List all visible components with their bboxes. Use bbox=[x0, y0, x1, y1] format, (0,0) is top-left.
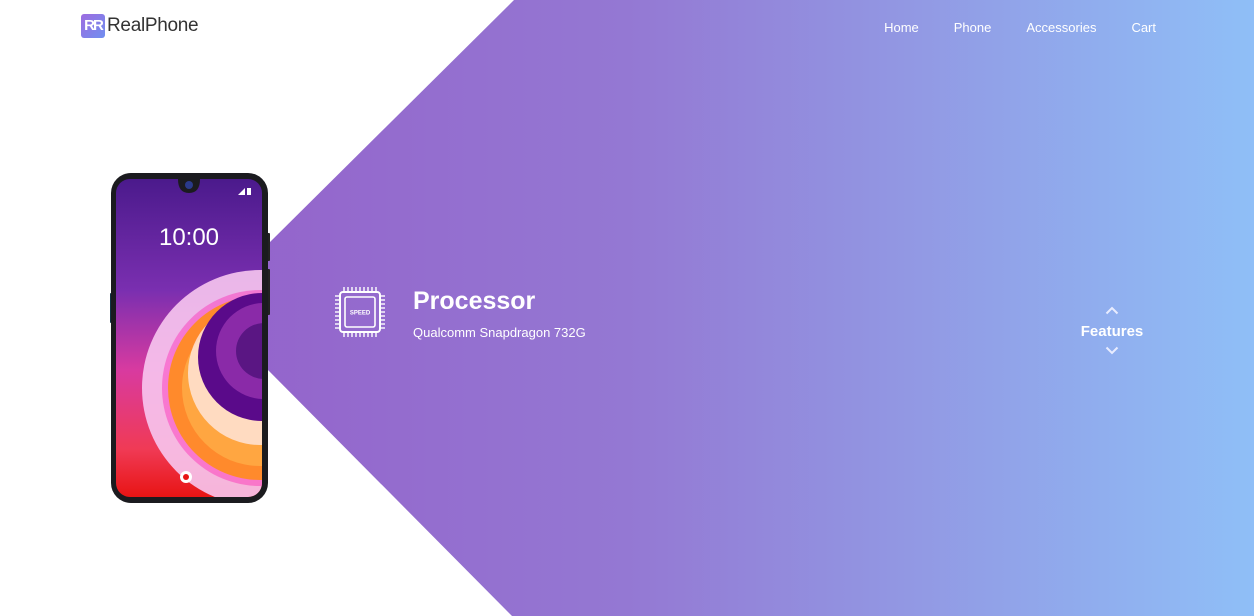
brand-name: RealPhone bbox=[107, 15, 199, 36]
nav-cart[interactable]: Cart bbox=[1131, 20, 1156, 35]
feature-panel: SPEED Processor Qualcomm Snapdragon 732G bbox=[333, 285, 753, 345]
chevron-up-icon[interactable] bbox=[1105, 306, 1119, 315]
cpu-chip-icon: SPEED bbox=[335, 287, 385, 337]
chip-label: SPEED bbox=[350, 311, 371, 317]
site-header: RR RealPhone Home Phone Accessories Cart bbox=[0, 0, 1254, 56]
brand-logo[interactable]: RR RealPhone bbox=[81, 14, 199, 38]
feature-description: Qualcomm Snapdragon 732G bbox=[413, 325, 586, 340]
nav-phone[interactable]: Phone bbox=[954, 20, 992, 35]
feature-title: Processor bbox=[413, 287, 536, 315]
main-nav: Home Phone Accessories Cart bbox=[849, 20, 1156, 35]
logo-mark-icon: RR bbox=[81, 14, 105, 38]
nav-home[interactable]: Home bbox=[884, 20, 919, 35]
nav-accessories[interactable]: Accessories bbox=[1026, 20, 1096, 35]
chevron-down-icon[interactable] bbox=[1105, 346, 1119, 355]
features-carousel-nav: Features bbox=[1072, 306, 1152, 355]
features-label: Features bbox=[1080, 323, 1144, 340]
phone-time: 10:00 bbox=[159, 224, 219, 251]
phone-image: 10:00 bbox=[110, 173, 270, 510]
